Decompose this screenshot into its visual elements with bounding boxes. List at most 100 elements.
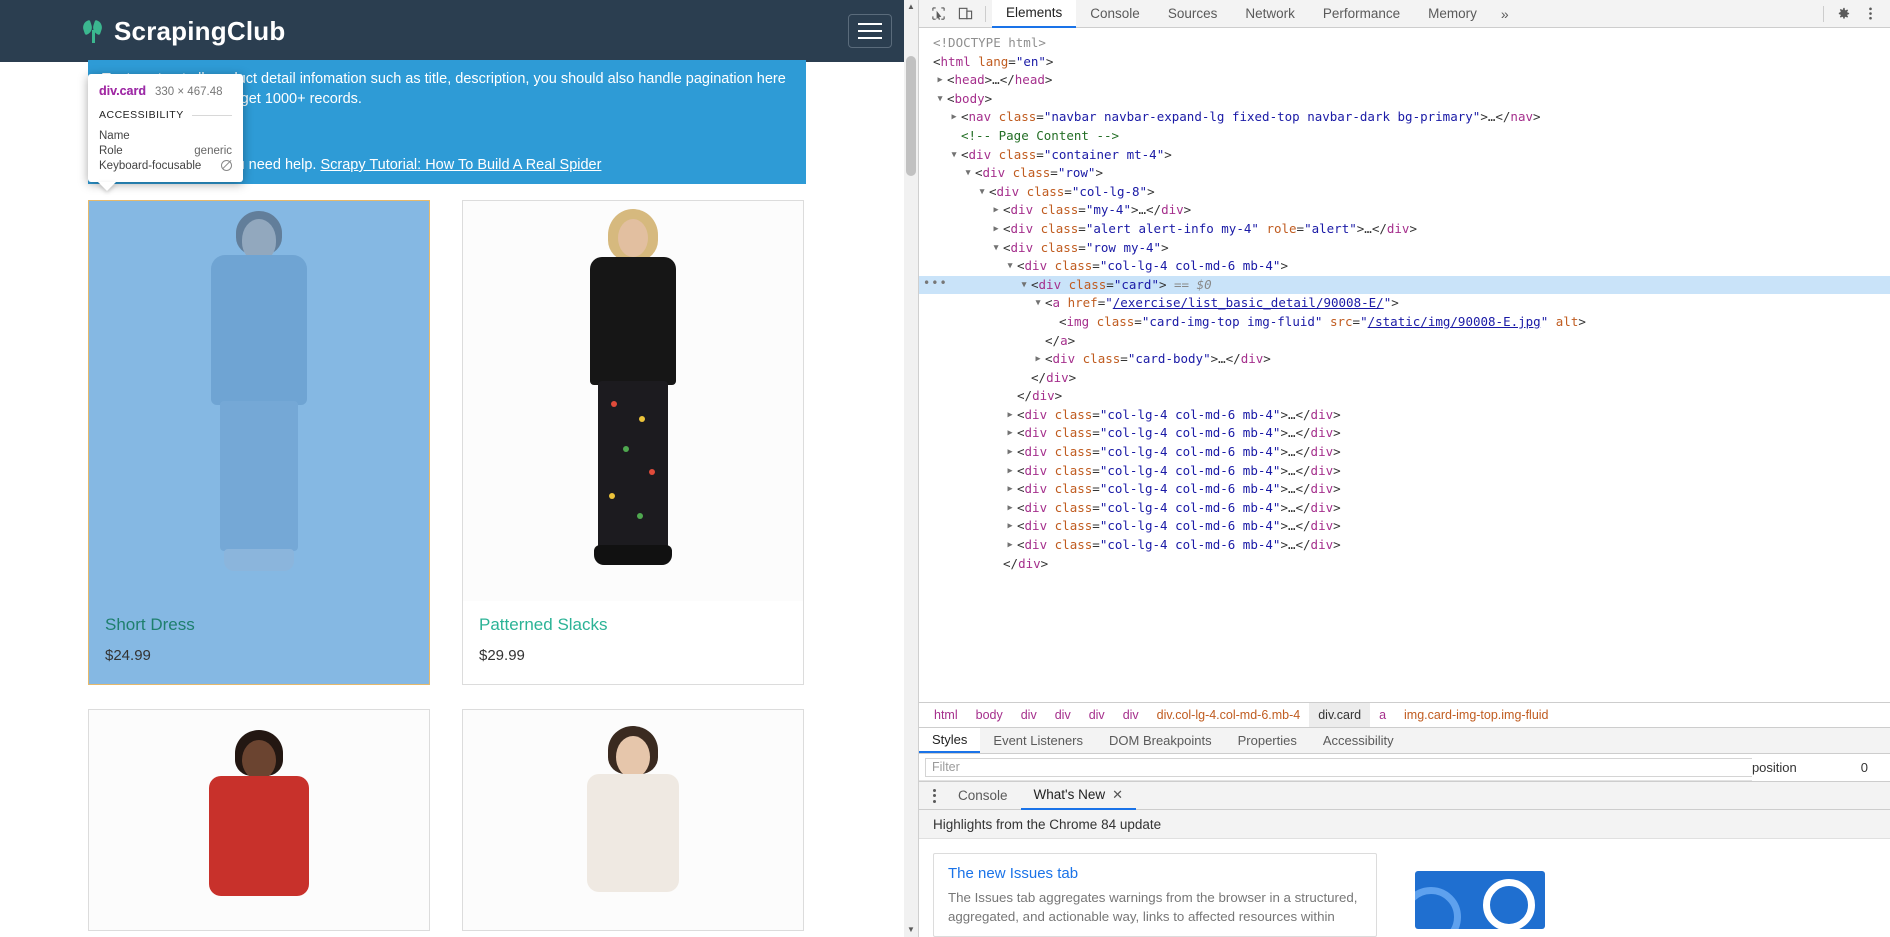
disclosure-triangle-icon[interactable]: ▶: [1003, 499, 1017, 518]
tab-performance[interactable]: Performance: [1309, 0, 1414, 28]
tab-network[interactable]: Network: [1231, 0, 1309, 28]
dom-node[interactable]: ▶ <div class="col-lg-4 col-md-6 mb-4">…</…: [919, 406, 1890, 425]
breadcrumb-item[interactable]: div: [1012, 703, 1046, 727]
breadcrumb-item[interactable]: div: [1046, 703, 1080, 727]
dom-node[interactable]: ▶ <div class="col-lg-4 col-md-6 mb-4">…</…: [919, 424, 1890, 443]
cursor-select-icon[interactable]: [925, 2, 952, 26]
breadcrumb-item[interactable]: div.col-lg-4.col-md-6.mb-4: [1148, 703, 1310, 727]
disclosure-triangle-icon[interactable]: ▶: [1003, 536, 1017, 555]
tab-memory[interactable]: Memory: [1414, 0, 1491, 28]
dom-node[interactable]: ▶ <div class="col-lg-4 col-md-6 mb-4">…</…: [919, 480, 1890, 499]
tab-console[interactable]: Console: [1076, 0, 1154, 28]
product-card[interactable]: [462, 709, 804, 931]
dom-node[interactable]: ▼ <a href="/exercise/list_basic_detail/90…: [919, 294, 1890, 313]
gear-icon[interactable]: [1830, 2, 1857, 26]
dom-node[interactable]: ▼ <div class="row">: [919, 164, 1890, 183]
scroll-down-icon[interactable]: ▼: [904, 923, 918, 937]
dom-node[interactable]: ▶ <div class="col-lg-4 col-md-6 mb-4">…</…: [919, 536, 1890, 555]
drawer-tab-console[interactable]: Console: [945, 782, 1021, 810]
disclosure-triangle-icon[interactable]: ▼: [933, 90, 947, 109]
dom-node[interactable]: <!DOCTYPE html>: [919, 34, 1890, 53]
product-image[interactable]: [463, 710, 803, 930]
product-card-selected[interactable]: Short Dress $24.99: [88, 200, 430, 685]
product-card[interactable]: [88, 709, 430, 931]
tab-dom-breakpoints[interactable]: DOM Breakpoints: [1096, 728, 1225, 753]
more-tabs-icon[interactable]: »: [1491, 0, 1519, 28]
disclosure-triangle-icon[interactable]: ▶: [1003, 406, 1017, 425]
disclosure-triangle-icon[interactable]: ▶: [947, 108, 961, 127]
dom-node[interactable]: </div>: [919, 369, 1890, 388]
dom-node[interactable]: <img class="card-img-top img-fluid" src=…: [919, 313, 1890, 332]
whats-new-card[interactable]: The new Issues tab The Issues tab aggreg…: [933, 853, 1377, 937]
breadcrumb-item[interactable]: div.card: [1309, 703, 1371, 727]
dom-node[interactable]: ▼ <div class="col-lg-8">: [919, 183, 1890, 202]
dom-node[interactable]: </div>: [919, 387, 1890, 406]
breadcrumb-item[interactable]: a: [1370, 703, 1395, 727]
dom-node[interactable]: ▶ <head>…</head>: [919, 71, 1890, 90]
dom-node[interactable]: ▶ <div class="card-body">…</div>: [919, 350, 1890, 369]
kebab-menu-icon[interactable]: [1857, 2, 1884, 26]
dom-node[interactable]: <html lang="en">: [919, 53, 1890, 72]
disclosure-triangle-icon[interactable]: ▼: [1017, 276, 1031, 295]
tab-accessibility[interactable]: Accessibility: [1310, 728, 1407, 753]
breadcrumb[interactable]: html body div div div div div.col-lg-4.col-md-…: [919, 702, 1890, 727]
scrapy-tutorial-link[interactable]: Scrapy Tutorial: How To Build A Real Spi…: [320, 157, 601, 173]
breadcrumb-item[interactable]: div: [1080, 703, 1114, 727]
product-image[interactable]: [463, 201, 803, 601]
disclosure-triangle-icon[interactable]: ▶: [1003, 462, 1017, 481]
dom-node[interactable]: ▶ <div class="my-4">…</div>: [919, 201, 1890, 220]
disclosure-triangle-icon[interactable]: ▼: [961, 164, 975, 183]
disclosure-triangle-icon[interactable]: ▶: [1003, 443, 1017, 462]
dom-node[interactable]: ▼ <div class="row my-4">: [919, 239, 1890, 258]
disclosure-triangle-icon[interactable]: ▼: [947, 146, 961, 165]
tab-properties[interactable]: Properties: [1225, 728, 1310, 753]
whats-new-card-title[interactable]: The new Issues tab: [948, 865, 1362, 882]
disclosure-triangle-icon[interactable]: ▼: [1031, 294, 1045, 313]
disclosure-triangle-icon[interactable]: ▶: [1003, 480, 1017, 499]
device-toolbar-icon[interactable]: [952, 2, 979, 26]
hamburger-menu-icon[interactable]: [848, 14, 892, 48]
product-image[interactable]: [89, 710, 429, 930]
dom-node[interactable]: </a>: [919, 332, 1890, 351]
disclosure-triangle-icon[interactable]: ▶: [989, 220, 1003, 239]
drawer-tab-whats-new[interactable]: What's New ✕: [1020, 782, 1137, 810]
disclosure-triangle-icon[interactable]: ▼: [975, 183, 989, 202]
close-icon[interactable]: ✕: [1112, 787, 1123, 803]
tab-styles[interactable]: Styles: [919, 728, 981, 753]
dom-node[interactable]: ▶ <nav class="navbar navbar-expand-lg fix…: [919, 108, 1890, 127]
scrollbar-thumb[interactable]: [906, 56, 916, 176]
product-title[interactable]: Short Dress: [105, 615, 413, 635]
dom-node[interactable]: ▶ <div class="col-lg-4 col-md-6 mb-4">…</…: [919, 462, 1890, 481]
disclosure-triangle-icon[interactable]: ▶: [989, 201, 1003, 220]
dom-node[interactable]: <!-- Page Content -->: [919, 127, 1890, 146]
product-title[interactable]: Patterned Slacks: [479, 615, 787, 635]
dom-node[interactable]: ▼ <div class="col-lg-4 col-md-6 mb-4">: [919, 257, 1890, 276]
disclosure-triangle-icon[interactable]: ▶: [1031, 350, 1045, 369]
tab-event-listeners[interactable]: Event Listeners: [980, 728, 1096, 753]
dom-node[interactable]: ▶ <div class="col-lg-4 col-md-6 mb-4">…</…: [919, 499, 1890, 518]
page-scrollbar[interactable]: ▲ ▼: [904, 0, 918, 937]
tab-sources[interactable]: Sources: [1154, 0, 1232, 28]
dom-node[interactable]: ▶ <div class="col-lg-4 col-md-6 mb-4">…</…: [919, 517, 1890, 536]
disclosure-triangle-icon[interactable]: ▼: [989, 239, 1003, 258]
product-image[interactable]: [89, 201, 429, 601]
node-badge[interactable]: •••: [923, 274, 948, 293]
dom-node[interactable]: ▶ <div class="col-lg-4 col-md-6 mb-4">…</…: [919, 443, 1890, 462]
dom-node-selected[interactable]: ••• ▼ <div class="card"> == $0: [919, 274, 1890, 295]
disclosure-triangle-icon[interactable]: ▶: [1003, 517, 1017, 536]
breadcrumb-item[interactable]: html: [925, 703, 967, 727]
product-card[interactable]: Patterned Slacks $29.99: [462, 200, 804, 685]
kebab-menu-icon[interactable]: [923, 788, 945, 803]
brand[interactable]: ScrapingClub: [81, 16, 285, 47]
disclosure-triangle-icon[interactable]: ▶: [1003, 424, 1017, 443]
breadcrumb-item[interactable]: body: [967, 703, 1012, 727]
dom-node[interactable]: ▼ <div class="container mt-4">: [919, 146, 1890, 165]
dom-node[interactable]: </div>: [919, 555, 1890, 574]
breadcrumb-item[interactable]: img.card-img-top.img-fluid: [1395, 703, 1557, 727]
disclosure-triangle-icon[interactable]: ▶: [933, 71, 947, 90]
search-input[interactable]: [925, 757, 1764, 777]
dom-tree[interactable]: <!DOCTYPE html> <html lang="en"> ▶ <head>…<…: [919, 28, 1890, 702]
disclosure-triangle-icon[interactable]: ▼: [1003, 257, 1017, 276]
scroll-up-icon[interactable]: ▲: [904, 0, 918, 14]
tab-elements[interactable]: Elements: [992, 0, 1077, 28]
